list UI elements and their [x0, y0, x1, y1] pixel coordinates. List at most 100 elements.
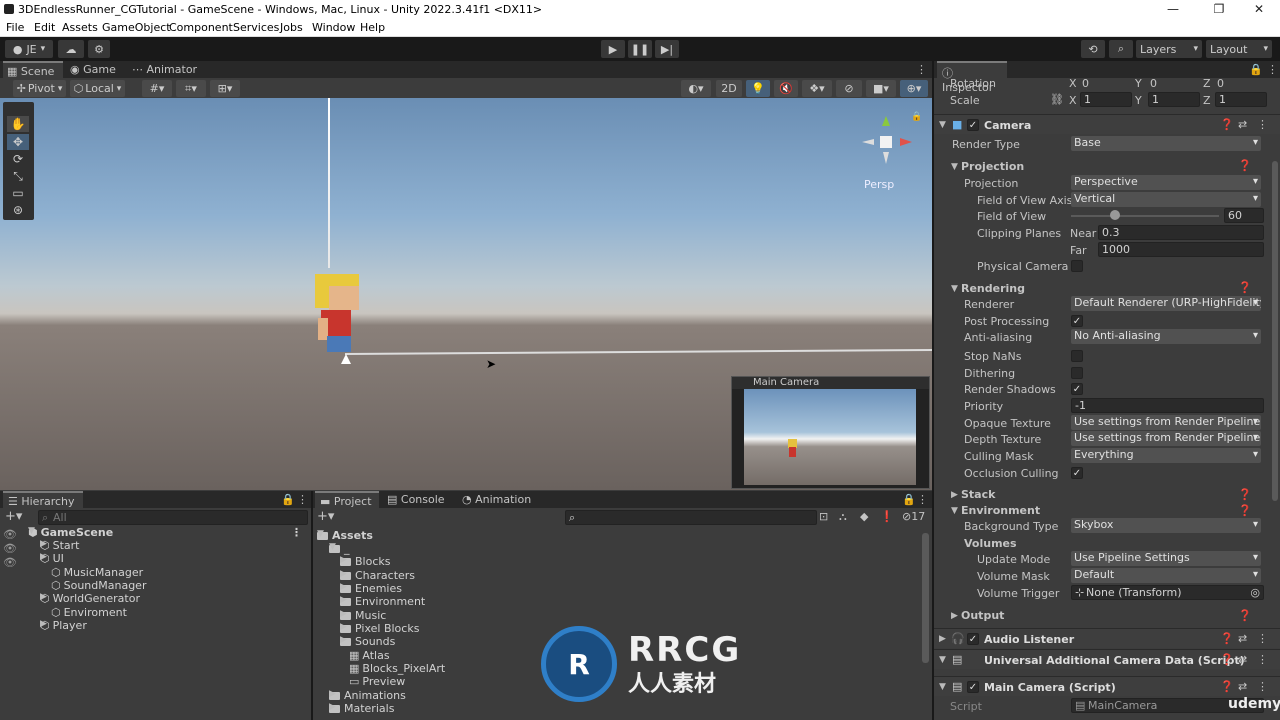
- file-preview[interactable]: ▭ Preview: [349, 675, 405, 688]
- scale-x-field[interactable]: 1: [1080, 92, 1132, 107]
- file-blocks-pixelart[interactable]: ▦ Blocks_PixelArt: [349, 662, 445, 675]
- environment-fold-icon[interactable]: ▼: [951, 506, 958, 516]
- projection-dropdown[interactable]: Perspective: [1071, 175, 1261, 190]
- menu-services[interactable]: Services: [233, 21, 279, 34]
- local-toggle[interactable]: ⬡ Local ▾: [70, 80, 125, 97]
- transform-tool-icon[interactable]: ⊛: [7, 202, 29, 218]
- preset-icon[interactable]: ⇄: [1238, 632, 1247, 645]
- help-icon[interactable]: ❓: [1220, 680, 1234, 693]
- scene-root-item[interactable]: ▼ ⬢ GameScene ⋮: [28, 526, 308, 539]
- render-type-dropdown[interactable]: Base: [1071, 136, 1261, 151]
- occlusion-culling-checkbox[interactable]: ✓: [1071, 467, 1083, 479]
- type-filter-icon[interactable]: ⛬: [839, 510, 847, 524]
- scale-tool-icon[interactable]: ⤡: [7, 168, 29, 184]
- hierarchy-item-enviroment[interactable]: ⬡ Enviroment: [51, 606, 127, 619]
- projection-label[interactable]: Persp: [864, 178, 894, 191]
- culling-mask-dropdown[interactable]: Everything: [1071, 448, 1261, 463]
- audio-toggle[interactable]: 🔇: [774, 80, 798, 97]
- menu-jobs[interactable]: Jobs: [280, 21, 303, 34]
- tab-scene[interactable]: ▦ Scene: [3, 61, 63, 78]
- hierarchy-add-button[interactable]: +▾: [5, 509, 22, 524]
- visibility-toggle[interactable]: ⊘: [836, 80, 862, 97]
- environment-help-icon[interactable]: ❓: [1238, 504, 1252, 517]
- scale-z-field[interactable]: 1: [1215, 92, 1267, 107]
- hierarchy-menu-icon[interactable]: ⋮: [297, 491, 308, 508]
- hierarchy-item-start[interactable]: ▶ ⬡ Start: [40, 539, 79, 552]
- camera-settings-button[interactable]: ■▾: [866, 80, 896, 97]
- urp-camera-data-header[interactable]: ▼ ▤ Universal Additional Camera Data (Sc…: [934, 649, 1280, 669]
- rendering-fold-icon[interactable]: ▼: [951, 284, 958, 294]
- dithering-checkbox[interactable]: [1071, 367, 1083, 379]
- gizmos-button[interactable]: ⊕▾: [900, 80, 928, 97]
- help-icon[interactable]: ❓: [1220, 653, 1234, 666]
- projection-fold-icon[interactable]: ▼: [951, 162, 958, 172]
- visibility-icon[interactable]: 👁: [3, 542, 17, 555]
- menu-file[interactable]: File: [6, 21, 24, 34]
- stack-fold-icon[interactable]: ▶: [951, 490, 958, 500]
- link-icon[interactable]: ⛓: [1050, 93, 1064, 106]
- rotation-x-field[interactable]: 0: [1082, 77, 1089, 90]
- lock-icon[interactable]: 🔒: [911, 112, 922, 122]
- menu-component[interactable]: Component: [169, 21, 233, 34]
- post-processing-checkbox[interactable]: ✓: [1071, 315, 1083, 327]
- audio-listener-checkbox[interactable]: ✓: [967, 633, 979, 645]
- background-type-dropdown[interactable]: Skybox: [1071, 518, 1261, 533]
- lighting-toggle[interactable]: 💡: [746, 80, 770, 97]
- component-menu-icon[interactable]: ⋮: [1257, 680, 1268, 693]
- pause-button[interactable]: ❚❚: [628, 40, 652, 58]
- rotation-z-field[interactable]: 0: [1217, 77, 1224, 90]
- scale-y-field[interactable]: 1: [1148, 92, 1200, 107]
- audio-listener-header[interactable]: ▶ 🎧 ✓ Audio Listener ❓ ⇄ ⋮: [934, 628, 1280, 648]
- tab-inspector[interactable]: ⓘ Inspector: [937, 61, 1007, 94]
- hierarchy-item-soundmanager[interactable]: ⬡ SoundManager: [51, 579, 146, 592]
- rotation-y-field[interactable]: 0: [1150, 77, 1157, 90]
- ruler-button[interactable]: ⊞▾: [210, 80, 240, 97]
- warning-filter-icon[interactable]: ❗: [880, 510, 894, 523]
- hand-tool-icon[interactable]: ✋: [7, 116, 29, 132]
- stack-help-icon[interactable]: ❓: [1238, 488, 1252, 501]
- rect-tool-icon[interactable]: ▭: [7, 185, 29, 201]
- project-add-button[interactable]: +▾: [317, 509, 334, 524]
- draw-mode-button[interactable]: ◐▾: [681, 80, 711, 97]
- minimize-icon[interactable]: —: [1150, 2, 1196, 16]
- hierarchy-item-player[interactable]: ▶ ⬡ Player: [40, 619, 87, 632]
- help-icon[interactable]: ❓: [1220, 118, 1234, 131]
- hierarchy-item-ui[interactable]: ▶ ⬡ UI: [40, 552, 64, 565]
- far-field[interactable]: 1000: [1098, 242, 1264, 257]
- tab-console[interactable]: ▤ Console: [387, 491, 457, 508]
- preset-icon[interactable]: ⇄: [1238, 653, 1247, 666]
- move-tool-icon[interactable]: ✥: [7, 134, 29, 150]
- anti-aliasing-dropdown[interactable]: No Anti-aliasing: [1071, 329, 1261, 344]
- label-filter-icon[interactable]: ◆: [860, 510, 868, 523]
- inspector-lock-icon[interactable]: 🔒: [1249, 61, 1263, 78]
- effects-toggle[interactable]: ❖▾: [802, 80, 832, 97]
- component-menu-icon[interactable]: ⋮: [1257, 653, 1268, 666]
- fov-field[interactable]: 60: [1224, 208, 1264, 223]
- close-icon[interactable]: ✕: [1236, 2, 1280, 16]
- tab-animation[interactable]: ◔ Animation: [462, 491, 542, 508]
- component-menu-icon[interactable]: ⋮: [1257, 632, 1268, 645]
- cloud-button[interactable]: ☁: [58, 40, 84, 58]
- folder-blocks[interactable]: ▶ Blocks: [340, 555, 390, 568]
- tab-project[interactable]: ▬ Project: [315, 491, 379, 508]
- folder-enemies[interactable]: ▶ Enemies: [340, 582, 402, 595]
- main-camera-script-checkbox[interactable]: ✓: [967, 681, 979, 693]
- component-menu-icon[interactable]: ⋮: [1257, 118, 1268, 131]
- layout-dropdown[interactable]: Layout ▾: [1206, 40, 1272, 58]
- tab-animator[interactable]: ⋯ Animator: [130, 61, 200, 78]
- hierarchy-search-input[interactable]: ⌕ All: [38, 510, 308, 525]
- object-picker-icon[interactable]: ◎: [1250, 586, 1260, 599]
- folder-pixel-blocks[interactable]: ▶ Pixel Blocks: [340, 622, 419, 635]
- menu-assets[interactable]: Assets: [62, 21, 98, 34]
- folder-underscore[interactable]: ▼ _: [329, 542, 350, 555]
- main-camera-script-header[interactable]: ▼ ▤ ✓ Main Camera (Script) ❓ ⇄ ⋮: [934, 676, 1280, 696]
- project-menu-icon[interactable]: ⋮: [917, 491, 928, 508]
- projection-help-icon[interactable]: ❓: [1238, 159, 1252, 172]
- opaque-texture-dropdown[interactable]: Use settings from Render Pipeline As: [1071, 415, 1261, 430]
- hidden-count[interactable]: ⊘17: [902, 510, 925, 523]
- physical-camera-checkbox[interactable]: [1071, 260, 1083, 272]
- camera-enabled-checkbox[interactable]: ✓: [967, 119, 979, 131]
- scene-menu-icon[interactable]: ⋮: [916, 61, 927, 78]
- fold-arrow-icon[interactable]: ▼: [939, 655, 946, 665]
- render-shadows-checkbox[interactable]: ✓: [1071, 383, 1083, 395]
